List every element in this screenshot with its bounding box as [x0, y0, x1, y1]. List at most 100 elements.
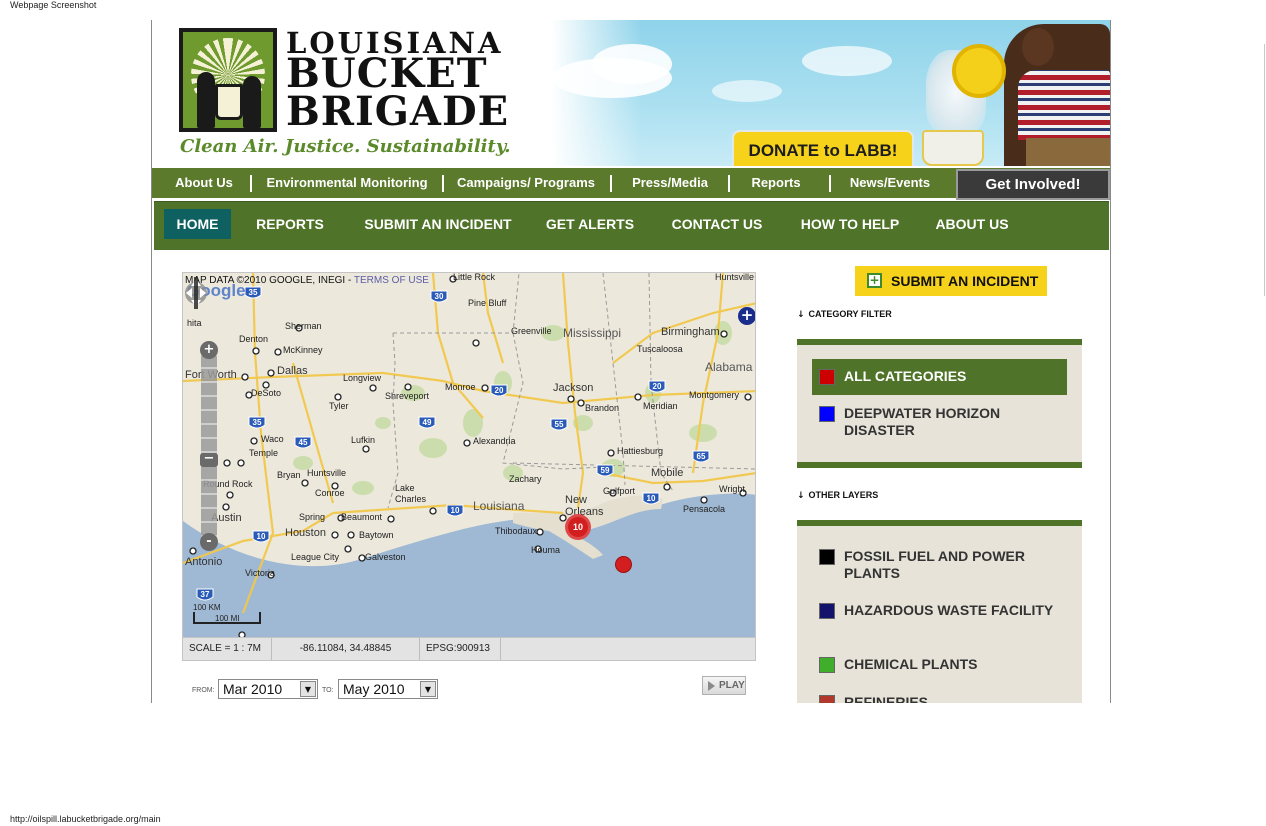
map-label: Montgomery [689, 390, 740, 400]
get-involved-button[interactable]: Get Involved! [956, 169, 1110, 200]
highway-label: 10 [451, 506, 460, 515]
to-date-value: May 2010 [343, 681, 405, 697]
site-tagline: Clean Air. Justice. Sustainability. [180, 136, 511, 157]
map-attribution-text: MAP DATA ©2010 GOOGLE, INEGI - [185, 275, 354, 286]
layer-hazardous-waste[interactable]: HAZARDOUS WASTE FACILITY [812, 602, 1067, 642]
map-label: Pensacola [683, 504, 726, 514]
category-filter-heading: ↓ CATEGORY FILTER [797, 309, 892, 320]
play-label: PLAY [719, 680, 745, 691]
map-label: Alexandria [473, 436, 516, 446]
map-label: Wright [719, 484, 745, 494]
map-label: Waco [261, 434, 284, 444]
map-scale-readout: SCALE = 1 : 7M [183, 638, 272, 660]
category-filter-title: CATEGORY FILTER [808, 309, 892, 319]
map-label: Mississippi [563, 326, 622, 340]
topnav-environmental-monitoring[interactable]: Environmental Monitoring [256, 168, 438, 198]
tab-reports[interactable]: REPORTS [248, 209, 332, 239]
from-date-select[interactable]: Mar 2010 ▼ [218, 679, 318, 699]
category-swatch [819, 406, 835, 422]
map-coordinates: -86.11084, 34.48845 [272, 638, 420, 660]
zoom-out-icon[interactable]: - [200, 533, 218, 551]
map-label: Bryan [277, 470, 301, 480]
topnav-about-us[interactable]: About Us [162, 168, 246, 198]
map-projection: EPSG:900913 [420, 638, 501, 660]
nav-separator [728, 175, 730, 192]
topnav-campaigns-programs[interactable]: Campaigns/ Programs [448, 168, 604, 198]
terms-of-use-link[interactable]: TERMS OF USE [354, 275, 429, 286]
map-label: Denton [239, 334, 269, 344]
browser-scroll-edge [1264, 44, 1265, 296]
pan-control-icon[interactable] [183, 273, 209, 313]
highway-label: 10 [257, 532, 266, 541]
layer-swatch [819, 657, 835, 673]
to-date-select[interactable]: May 2010 ▼ [338, 679, 438, 699]
map-label: Little Rock [453, 272, 496, 282]
logo-emblem[interactable] [179, 28, 277, 132]
incident-map[interactable]: 35 30 20 20 49 55 35 45 59 65 10 10 10 3… [182, 272, 756, 638]
map-label: Tyler [329, 401, 349, 411]
highway-label: 30 [435, 292, 444, 301]
map-label: DeSoto [251, 388, 282, 398]
map-label: Tuscaloosa [637, 344, 683, 354]
logo-fade [552, 20, 642, 166]
category-label: DEEPWATER HORIZON DISASTER [844, 405, 1001, 438]
category-filter-panel: ALL CATEGORIES DEEPWATER HORIZON DISASTE… [797, 339, 1082, 468]
map-label: Spring [299, 512, 326, 522]
chevron-down-icon[interactable]: ▼ [420, 681, 436, 697]
tab-submit-incident[interactable]: SUBMIT AN INCIDENT [354, 209, 522, 239]
highway-label: 55 [555, 420, 564, 429]
incident-marker[interactable] [615, 556, 632, 573]
incident-cluster-marker[interactable]: 10 [565, 514, 591, 540]
highway-label: 45 [299, 438, 308, 447]
map-label: McKinney [283, 345, 323, 355]
submit-incident-button[interactable]: + SUBMIT AN INCIDENT [855, 266, 1047, 296]
zoom-in-icon[interactable]: + [200, 341, 218, 359]
zoom-slider[interactable] [201, 355, 217, 545]
category-all[interactable]: ALL CATEGORIES [812, 359, 1067, 395]
tab-get-alerts[interactable]: GET ALERTS [538, 209, 642, 239]
map-label: Huntsville [307, 468, 347, 478]
layer-switcher-icon[interactable]: + [738, 307, 755, 325]
category-label: ALL CATEGORIES [844, 368, 967, 384]
layer-chemical-plants[interactable]: CHEMICAL PLANTS [812, 656, 1067, 678]
map-label: Mobile [651, 467, 684, 479]
map-label: Baytown [359, 530, 394, 540]
category-deepwater-horizon[interactable]: DEEPWATER HORIZON DISASTER [812, 405, 1067, 445]
bucket-icon [215, 84, 243, 120]
map-label: Jackson [553, 382, 594, 394]
map-status-bar: SCALE = 1 : 7M -86.11084, 34.48845 EPSG:… [182, 638, 756, 661]
topnav-news-events[interactable]: News/Events [836, 168, 944, 198]
map-label: Brandon [585, 403, 620, 413]
map-scale: 100 KM 100 MI [193, 603, 263, 625]
tab-contact-us[interactable]: CONTACT US [662, 209, 772, 239]
layer-swatch [819, 695, 835, 703]
layer-refineries[interactable]: REFINERIES [812, 694, 1067, 703]
logo-text-brigade[interactable]: BRIGADE [286, 92, 509, 132]
map-label: Monroe [445, 382, 476, 392]
main-navigation: HOME REPORTS SUBMIT AN INCIDENT GET ALER… [154, 201, 1109, 250]
map-label: Beaumont [341, 512, 383, 522]
layer-fossil-fuel[interactable]: FOSSIL FUEL AND POWER PLANTS [812, 548, 1067, 588]
topnav-reports[interactable]: Reports [734, 168, 818, 198]
map-label: Alabama [705, 360, 753, 374]
tab-home[interactable]: HOME [164, 209, 231, 239]
highway-label: 37 [201, 590, 210, 599]
map-label: Zachary [509, 474, 542, 484]
zoom-handle-icon[interactable]: − [200, 452, 218, 467]
map-attribution: MAP DATA ©2010 GOOGLE, INEGI - TERMS OF … [185, 275, 429, 286]
screenshot-caption: Webpage Screenshot [10, 0, 97, 10]
tab-how-to-help[interactable]: HOW TO HELP [790, 209, 910, 239]
site-banner: LOUISIANA BUCKET BRIGADE Clean Air. Just… [152, 20, 1110, 166]
other-layers-title: OTHER LAYERS [808, 490, 879, 500]
play-icon [708, 681, 715, 691]
map-label: New Orleans [565, 494, 604, 518]
chevron-down-icon[interactable]: ▼ [300, 681, 316, 697]
map-label: Sherman [285, 321, 322, 331]
play-button[interactable]: PLAY [702, 676, 746, 695]
donate-button[interactable]: DONATE to LABB! [732, 130, 914, 166]
tab-about-us[interactable]: ABOUT US [927, 209, 1017, 239]
nav-separator [250, 175, 252, 192]
map-label: Galveston [365, 552, 406, 562]
topnav-press-media[interactable]: Press/Media [616, 168, 724, 198]
figure-icon [197, 72, 215, 128]
